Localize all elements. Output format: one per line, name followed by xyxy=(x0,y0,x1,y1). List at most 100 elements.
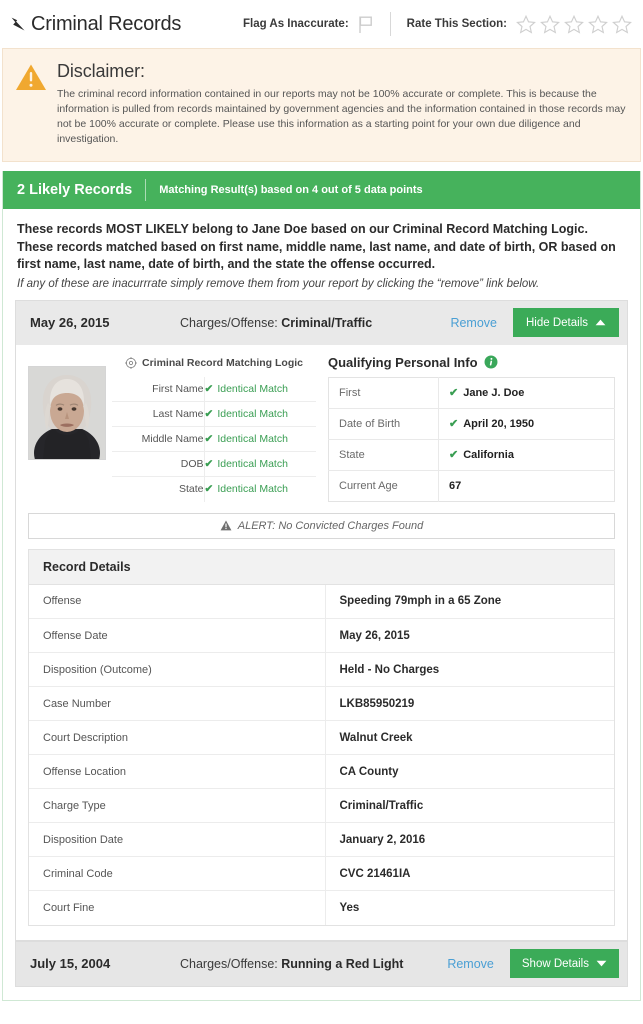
record-date: July 15, 2004 xyxy=(30,956,111,971)
detail-value: Criminal/Traffic xyxy=(324,788,614,823)
detail-key: Criminal Code xyxy=(43,867,113,880)
qpi-value-text: 67 xyxy=(449,479,462,492)
charge-value: Running a Red Light xyxy=(281,956,404,971)
qpi-value-text: California xyxy=(463,449,514,461)
detail-key: Court Fine xyxy=(43,901,95,914)
flag-as-inaccurate-group[interactable]: Flag As Inaccurate: xyxy=(243,15,374,34)
logic-value: ✔ Identical Match xyxy=(203,476,316,502)
caret-up-icon xyxy=(595,319,606,326)
star-rating[interactable] xyxy=(515,14,633,35)
record-body: Criminal Record Matching Logic First Nam… xyxy=(16,345,627,502)
detail-value: Speeding 79mph in a 65 Zone xyxy=(324,584,614,619)
logic-value: ✔ Identical Match xyxy=(203,426,316,452)
qpi-title-label: Qualifying Personal Info xyxy=(328,354,478,370)
matching-logic-title: Criminal Record Matching Logic xyxy=(112,355,316,377)
record-header: July 15, 2004 Charges/Offense: Running a… xyxy=(16,941,627,986)
remove-record-link[interactable]: Remove xyxy=(450,316,497,330)
banner-divider xyxy=(145,179,147,201)
qualifying-personal-info-column: Qualifying Personal Info First ✔ Jane J. … xyxy=(316,355,615,502)
match-row: Criminal Record Matching Logic First Nam… xyxy=(28,355,615,502)
table-row: State ✔ Identical Match xyxy=(112,476,316,502)
intro-description: These records MOST LIKELY belong to Jane… xyxy=(17,222,616,271)
check-icon: ✔ xyxy=(449,387,459,399)
record-details-title: Record Details xyxy=(29,549,614,585)
record-charge: Charges/Offense: Running a Red Light xyxy=(180,957,403,971)
detail-key: Offense Location xyxy=(43,765,126,778)
logic-key: State xyxy=(178,483,204,496)
qpi-value: ✔ Jane J. Doe xyxy=(438,377,615,408)
logic-value-text: Identical Match xyxy=(217,382,288,395)
logic-value-text: Identical Match xyxy=(217,433,288,445)
qpi-key: Date of Birth xyxy=(339,417,401,430)
record-card: July 15, 2004 Charges/Offense: Running a… xyxy=(15,940,628,987)
check-icon: ✔ xyxy=(204,483,214,496)
alert-bar: ALERT: No Convicted Charges Found xyxy=(28,512,615,539)
detail-key: Disposition (Outcome) xyxy=(43,663,152,676)
table-row: Criminal Code CVC 21461IA xyxy=(29,856,614,891)
qpi-title: Qualifying Personal Info xyxy=(328,355,615,370)
disclaimer-text: The criminal record information containe… xyxy=(57,88,626,145)
record-card: May 26, 2015 Charges/Offense: Criminal/T… xyxy=(15,299,628,941)
check-icon: ✔ xyxy=(204,382,214,395)
results-banner: 2 Likely Records Matching Result(s) base… xyxy=(3,171,640,209)
qpi-key: State xyxy=(339,448,365,461)
logic-value-text: Identical Match xyxy=(217,458,288,470)
detail-key: Charge Type xyxy=(43,799,106,812)
alert-triangle-icon xyxy=(220,520,232,531)
detail-key: Offense xyxy=(43,595,82,608)
table-row: Offense Date May 26, 2015 xyxy=(29,618,614,653)
detail-value: January 2, 2016 xyxy=(324,822,614,857)
warning-triangle-icon xyxy=(15,61,55,147)
qpi-key: First xyxy=(339,386,361,399)
intro-note: If any of these are inacurrrate simply r… xyxy=(17,277,540,290)
logic-key: Middle Name xyxy=(141,433,204,445)
table-row: Offense Speeding 79mph in a 65 Zone xyxy=(29,584,614,619)
detail-value: Held - No Charges xyxy=(324,652,614,687)
detail-value: Walnut Creek xyxy=(324,720,614,755)
check-icon: ✔ xyxy=(449,418,459,430)
detail-value: Yes xyxy=(324,890,614,925)
back-arrow-icon[interactable] xyxy=(8,14,28,34)
detail-value: May 26, 2015 xyxy=(324,618,614,653)
alert-text: ALERT: No Convicted Charges Found xyxy=(237,519,424,532)
records-count: 2 Likely Records xyxy=(17,182,133,198)
rate-this-section-group[interactable]: Rate This Section: xyxy=(407,14,633,35)
table-row: DOB ✔ Identical Match xyxy=(112,451,316,477)
star-icon xyxy=(588,14,608,34)
table-row: State ✔ California xyxy=(328,439,615,470)
detail-value: CVC 21461IA xyxy=(324,856,614,891)
table-row: Offense Location CA County xyxy=(29,754,614,789)
check-icon: ✔ xyxy=(204,433,214,445)
table-row: Disposition Date January 2, 2016 xyxy=(29,822,614,857)
table-row: Date of Birth ✔ April 20, 1950 xyxy=(328,408,615,439)
flag-label: Flag As Inaccurate: xyxy=(243,18,349,30)
hide-details-label: Hide Details xyxy=(526,316,588,329)
qpi-value: 67 xyxy=(438,470,615,501)
detail-key: Disposition Date xyxy=(43,833,124,846)
table-row: First ✔ Jane J. Doe xyxy=(328,377,615,408)
record-charge: Charges/Offense: Criminal/Traffic xyxy=(180,316,372,330)
check-icon: ✔ xyxy=(449,449,459,461)
caret-down-icon xyxy=(596,960,607,967)
record-details-table: Offense Speeding 79mph in a 65 Zone Offe… xyxy=(29,584,614,925)
page-title: Criminal Records xyxy=(31,12,182,35)
qpi-table: First ✔ Jane J. Doe Date of Birth ✔ April … xyxy=(328,376,615,502)
disclaimer-title: Disclaimer: xyxy=(57,61,145,81)
flag-icon[interactable] xyxy=(357,15,374,34)
rate-label: Rate This Section: xyxy=(406,18,507,30)
show-details-button[interactable]: Show Details xyxy=(509,949,619,978)
matching-logic-label: Criminal Record Matching Logic xyxy=(141,356,304,369)
table-row: Disposition (Outcome) Held - No Charges xyxy=(29,652,614,687)
qpi-value: ✔ California xyxy=(438,439,615,470)
charge-label: Charges/Offense: xyxy=(180,315,278,330)
qpi-key: Current Age xyxy=(339,479,398,492)
hide-details-button[interactable]: Hide Details xyxy=(513,308,619,337)
detail-value: LKB85950219 xyxy=(324,686,614,721)
table-row: Middle Name ✔ Identical Match xyxy=(112,426,316,452)
charge-label: Charges/Offense: xyxy=(180,956,278,971)
qpi-value-text: April 20, 1950 xyxy=(463,418,535,430)
logic-value-text: Identical Match xyxy=(217,408,288,420)
remove-record-link[interactable]: Remove xyxy=(447,957,494,971)
star-icon xyxy=(516,14,536,34)
info-icon xyxy=(484,355,498,369)
